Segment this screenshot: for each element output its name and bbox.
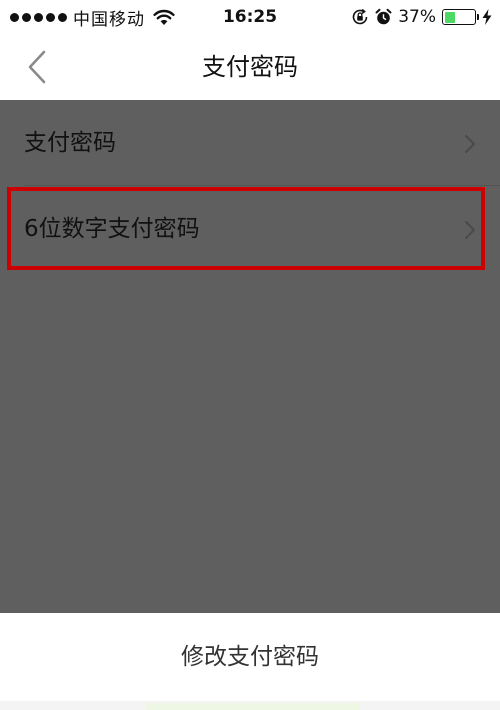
list-item-label: 支付密码 (24, 130, 116, 156)
chevron-right-icon (465, 221, 475, 239)
action-sheet: 修改支付密码 (0, 613, 500, 710)
dimmed-content-overlay[interactable]: 支付密码 6位数字支付密码 (0, 100, 500, 613)
status-right: 37% (351, 0, 492, 34)
modify-pay-password-button[interactable]: 修改支付密码 (0, 613, 500, 701)
battery-percent: 37% (398, 7, 436, 27)
status-left: 中国移动 (10, 0, 175, 34)
battery-level-fill (444, 11, 456, 23)
nav-bar: 支付密码 (0, 34, 500, 100)
action-sheet-bottom-strip (0, 701, 500, 710)
list-item-six-digit-pay-password[interactable]: 6位数字支付密码 (0, 186, 500, 272)
chevron-left-icon (28, 50, 46, 84)
back-button[interactable] (14, 44, 60, 90)
list-item-label: 6位数字支付密码 (24, 216, 200, 242)
charging-bolt-icon (482, 9, 492, 25)
chevron-right-icon (465, 135, 475, 153)
alarm-icon (375, 8, 392, 25)
wifi-icon (153, 9, 175, 25)
carrier-name: 中国移动 (73, 9, 145, 30)
rotation-lock-icon (352, 8, 368, 25)
signal-dots-icon (10, 12, 67, 22)
page-title: 支付密码 (202, 53, 298, 81)
battery-icon (442, 9, 479, 25)
status-bar: 中国移动 16:25 37% (0, 0, 500, 34)
list-item-pay-password[interactable]: 支付密码 (0, 100, 500, 186)
